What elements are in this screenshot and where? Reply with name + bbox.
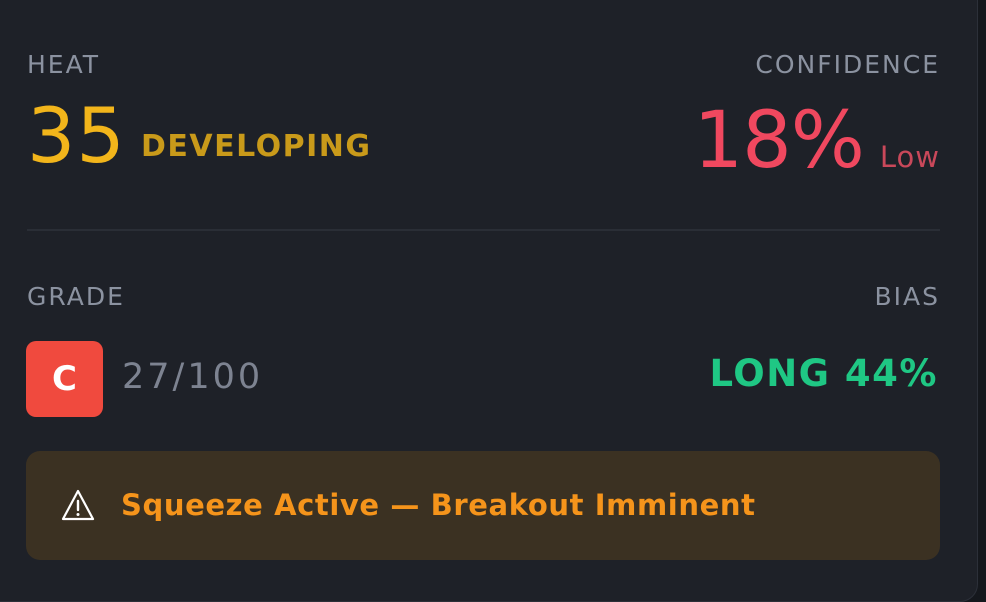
heat-status: DEVELOPING: [141, 129, 372, 164]
heat-label: HEAT: [27, 50, 101, 79]
confidence-group: 18% Low: [694, 102, 940, 180]
grade-label: GRADE: [27, 282, 125, 311]
grade-score: 27/100: [122, 357, 264, 397]
bias-label: BIAS: [874, 282, 940, 311]
section-divider: [27, 229, 940, 231]
grade-badge: C: [26, 341, 103, 417]
alert-text: Squeeze Active — Breakout Imminent: [121, 488, 756, 522]
confidence-level: Low: [879, 140, 940, 174]
warning-triangle-icon: [61, 489, 95, 521]
confidence-label: CONFIDENCE: [755, 50, 940, 79]
bias-value: LONG 44%: [709, 352, 938, 395]
confidence-value: 18%: [693, 96, 865, 186]
squeeze-alert-banner: Squeeze Active — Breakout Imminent: [26, 451, 940, 560]
heat-value: 35: [27, 91, 126, 180]
